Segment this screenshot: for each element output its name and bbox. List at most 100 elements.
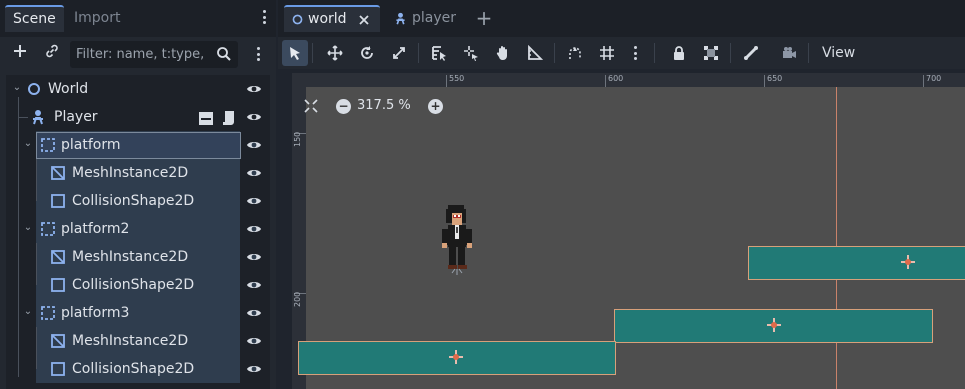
tree-row-collisionshape[interactable]: CollisionShape2D xyxy=(6,187,270,215)
eye-icon[interactable] xyxy=(246,306,262,320)
pointer-icon xyxy=(290,47,300,60)
pan-tool-button[interactable] xyxy=(490,40,516,66)
group-button[interactable] xyxy=(698,40,724,66)
scene-options-icon[interactable] xyxy=(246,43,270,65)
zoom-out-button[interactable]: − xyxy=(336,99,351,114)
ruler-tick xyxy=(605,75,606,87)
tree-row-player[interactable]: Player xyxy=(6,103,270,131)
ruler-label: 700 xyxy=(926,74,942,83)
tab-player[interactable]: player xyxy=(390,5,470,32)
collapse-arrow-icon[interactable]: ⌄ xyxy=(11,82,23,94)
tree-row-collisionshape[interactable]: CollisionShape2D xyxy=(6,355,270,383)
tree-label: platform3 xyxy=(61,305,130,321)
clapper-icon[interactable] xyxy=(198,110,214,126)
canvas-viewport[interactable]: 150 200 550 600 650 700 − 317.5 % + xyxy=(292,73,965,389)
eye-icon[interactable] xyxy=(246,250,262,264)
rotate-tool-button[interactable] xyxy=(354,40,380,66)
tab-import[interactable]: Import xyxy=(66,5,128,32)
tree-label: CollisionShape2D xyxy=(72,277,195,293)
scale-tool-button[interactable] xyxy=(386,40,412,66)
ruler-tick xyxy=(923,75,924,87)
platform-shape[interactable] xyxy=(748,246,965,280)
instance-scene-button[interactable] xyxy=(40,43,64,65)
eye-icon[interactable] xyxy=(246,334,262,348)
collapse-arrow-icon[interactable]: ⌄ xyxy=(22,306,34,318)
eye-icon[interactable] xyxy=(246,82,262,96)
search-icon xyxy=(217,47,231,61)
eye-icon[interactable] xyxy=(246,166,262,180)
tab-scene[interactable]: Scene xyxy=(5,5,64,32)
eye-icon[interactable] xyxy=(246,194,262,208)
ruler-label: 550 xyxy=(449,74,465,83)
list-select-button[interactable] xyxy=(426,40,452,66)
new-tab-button[interactable]: + xyxy=(474,5,494,32)
snap-options-button[interactable] xyxy=(623,40,649,66)
dock-menu-icon[interactable] xyxy=(259,10,269,28)
filter-input[interactable] xyxy=(76,41,210,68)
tab-world-label: world xyxy=(308,11,347,27)
tree-row-platform3[interactable]: ⌄ platform3 xyxy=(6,299,270,327)
select-tool-button[interactable] xyxy=(282,40,308,66)
view-menu-button[interactable]: View xyxy=(814,40,863,66)
ruler-icon xyxy=(528,45,543,60)
tree-label: MeshInstance2D xyxy=(72,165,189,181)
move-tool-button[interactable] xyxy=(322,40,348,66)
camera-icon xyxy=(783,47,796,58)
ruler-tick xyxy=(446,75,447,87)
collapse-arrow-icon[interactable]: ⌄ xyxy=(22,222,34,234)
tree-label: platform xyxy=(61,137,121,153)
camera-override-button[interactable] xyxy=(776,40,802,66)
add-node-button[interactable] xyxy=(8,43,32,65)
vertical-guide-line[interactable] xyxy=(836,87,837,389)
skeleton-button[interactable] xyxy=(738,40,764,66)
eye-icon[interactable] xyxy=(246,278,262,292)
tree-row-world[interactable]: ⌄ World xyxy=(6,75,270,103)
ruler-tool-button[interactable] xyxy=(522,40,548,66)
tree-label: MeshInstance2D xyxy=(72,333,189,349)
origin-cross-icon[interactable] xyxy=(449,350,463,364)
rotate-icon xyxy=(361,46,373,59)
lock-button[interactable] xyxy=(666,40,692,66)
lock-icon xyxy=(674,46,684,60)
pivot-tool-button[interactable] xyxy=(458,40,484,66)
move-icon xyxy=(327,45,343,61)
origin-cross-icon[interactable] xyxy=(901,255,915,269)
link-icon xyxy=(46,44,58,58)
eye-icon[interactable] xyxy=(246,362,262,376)
eye-icon[interactable] xyxy=(246,110,262,124)
tree-label: World xyxy=(48,81,89,97)
tree-row-platform2[interactable]: ⌄ platform2 xyxy=(6,215,270,243)
hand-icon xyxy=(496,46,507,61)
zoom-in-button[interactable]: + xyxy=(428,99,443,114)
dock-tab-bar: Scene Import xyxy=(0,0,276,37)
player-sprite[interactable] xyxy=(438,203,474,275)
tree-label: CollisionShape2D xyxy=(72,361,195,377)
grid-icon xyxy=(600,46,614,60)
tree-row-meshinstance[interactable]: MeshInstance2D xyxy=(6,327,270,355)
ruler-label: 150 xyxy=(293,131,302,147)
origin-cross-icon[interactable] xyxy=(767,318,781,332)
square-outline-icon xyxy=(51,194,65,208)
eye-icon[interactable] xyxy=(246,222,262,236)
zoom-center-icon[interactable] xyxy=(304,99,318,113)
scale-icon xyxy=(393,47,405,59)
collapse-arrow-icon[interactable]: ⌄ xyxy=(22,138,34,150)
grid-snap-button[interactable] xyxy=(594,40,620,66)
node2d-icon xyxy=(292,14,303,25)
list-select-icon xyxy=(432,46,446,61)
square-outline-icon xyxy=(51,362,65,376)
tree-row-platform[interactable]: ⌄ platform xyxy=(6,131,270,159)
character-icon xyxy=(33,110,43,125)
script-icon[interactable] xyxy=(221,110,237,126)
zoom-level[interactable]: 317.5 % xyxy=(357,98,411,113)
eye-icon[interactable] xyxy=(246,138,262,152)
dashed-square-icon xyxy=(41,138,55,152)
filter-field[interactable] xyxy=(70,41,238,68)
smart-snap-button[interactable] xyxy=(562,40,588,66)
ruler-label: 200 xyxy=(293,291,302,307)
tab-world[interactable]: world xyxy=(284,5,380,32)
close-icon[interactable] xyxy=(358,14,370,26)
tree-row-collisionshape[interactable]: CollisionShape2D xyxy=(6,271,270,299)
tree-row-meshinstance[interactable]: MeshInstance2D xyxy=(6,159,270,187)
tree-row-meshinstance[interactable]: MeshInstance2D xyxy=(6,243,270,271)
